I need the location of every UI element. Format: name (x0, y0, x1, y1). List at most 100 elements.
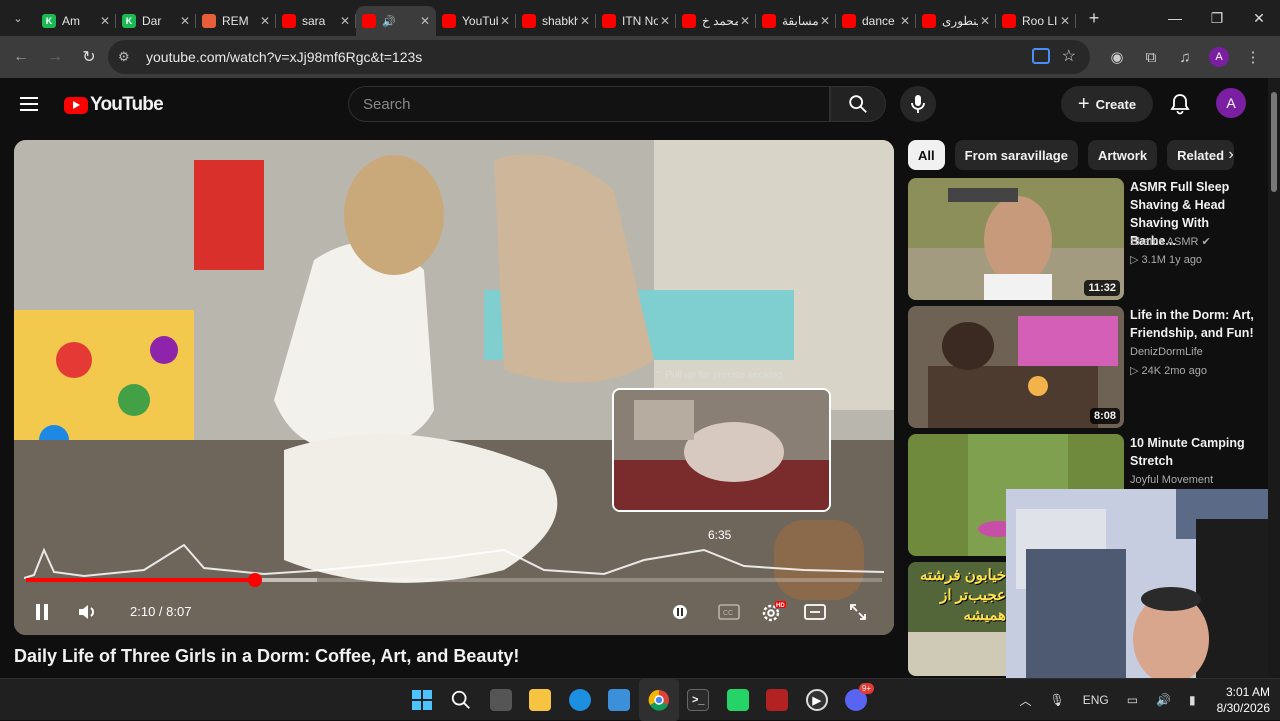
tab-favicon-icon: K (42, 14, 56, 28)
browser-tab[interactable]: محمد خ ✕ (676, 6, 756, 36)
url-bar[interactable]: ⚙ youtube.com/watch?v=xJj98mf6Rgc&t=123s… (108, 40, 1090, 74)
media-control-icon[interactable]: ♫ (1168, 40, 1202, 74)
minimize-icon[interactable]: — (1154, 0, 1196, 36)
notifications-button[interactable] (1162, 86, 1198, 122)
theater-mode-button[interactable] (802, 600, 828, 624)
channel-name[interactable]: Joyful Movement (1130, 474, 1213, 486)
voice-search-button[interactable] (900, 86, 936, 122)
filter-chip[interactable]: All (908, 140, 945, 170)
progress-bar[interactable] (26, 573, 882, 587)
youtube-logo[interactable]: YouTube (64, 94, 164, 116)
edge-browser-icon[interactable] (560, 679, 600, 721)
tab-close-icon[interactable]: ✕ (900, 14, 910, 28)
browser-tab[interactable]: مسابقة ✕ (756, 6, 836, 36)
recommendation-title[interactable]: Life in the Dorm: Art, Friendship, and F… (1130, 306, 1255, 342)
back-icon[interactable]: ← (4, 40, 38, 74)
recommendation-item[interactable]: 8:08 Life in the Dorm: Art, Friendship, … (908, 306, 1263, 428)
pause-button[interactable] (30, 600, 54, 624)
speaker-tray-icon[interactable]: 🔊 (1156, 693, 1171, 707)
browser-tab[interactable]: Roo LIN✕ (996, 6, 1076, 36)
battery-icon[interactable]: ▮ (1189, 693, 1196, 707)
microphone-tray-icon[interactable]: 🎙 (1049, 693, 1064, 707)
search-input[interactable]: Search (348, 86, 830, 122)
browser-tab[interactable]: shabkhi✕ (516, 6, 596, 36)
tab-close-icon[interactable]: ✕ (260, 14, 270, 28)
browser-tab[interactable]: اینطوری✕ (916, 6, 996, 36)
chevron-up-icon[interactable]: ︿ (1019, 692, 1031, 709)
channel-name[interactable]: DenizDormLife (1130, 346, 1203, 358)
tab-search-menu-icon[interactable]: ⌄ (0, 0, 36, 36)
chrome-icon[interactable] (639, 679, 679, 721)
windows-start-icon[interactable] (402, 679, 442, 721)
video-title: Daily Life of Three Girls in a Dorm: Cof… (14, 646, 520, 666)
browser-tab[interactable]: ITN Nov✕ (596, 6, 676, 36)
account-avatar[interactable]: A (1216, 88, 1246, 118)
task-view-icon[interactable] (481, 679, 521, 721)
channel-name[interactable]: Shams ASMR ✔ (1130, 235, 1211, 248)
autoplay-toggle[interactable] (668, 600, 692, 624)
install-app-icon[interactable] (1032, 48, 1050, 64)
captions-button[interactable]: CC (716, 600, 742, 624)
taskbar-search-icon[interactable] (442, 679, 482, 721)
system-tray: ︿ 🎙 ENG ▭ 🔊 ▮ 3:01 AM 8/30/2026 (1010, 679, 1280, 721)
browser-tab[interactable]: REM ✕ (196, 6, 276, 36)
tab-close-icon[interactable]: ✕ (660, 14, 670, 28)
media-player-icon[interactable]: ▶ (797, 679, 837, 721)
volume-button[interactable] (76, 600, 100, 624)
tab-close-icon[interactable]: ✕ (1060, 14, 1070, 28)
tab-close-icon[interactable]: ✕ (740, 14, 750, 28)
site-info-icon[interactable]: ⚙ (118, 49, 138, 65)
recommendation-thumbnail-overlay[interactable]: خیابون فرشته عجیب‌تر از همیشه (908, 562, 1008, 676)
fullscreen-button[interactable] (846, 600, 870, 624)
filter-chip[interactable]: Artwork (1087, 140, 1158, 170)
tab-close-icon[interactable]: ✕ (820, 14, 830, 28)
recommendation-title[interactable]: 10 Minute Camping Stretch (1130, 434, 1255, 470)
tab-close-icon[interactable]: ✕ (420, 14, 430, 28)
whatsapp-icon[interactable] (718, 679, 758, 721)
video-thumbnail[interactable]: 8:08 (908, 306, 1124, 428)
browser-menu-icon[interactable]: ⋮ (1236, 40, 1270, 74)
search-button[interactable] (830, 86, 886, 122)
tab-close-icon[interactable]: ✕ (980, 14, 990, 28)
extension-circle-icon[interactable]: ◉ (1100, 40, 1134, 74)
terminal-icon[interactable]: >_ (679, 679, 719, 721)
close-window-icon[interactable]: ✕ (1238, 0, 1280, 36)
language-indicator[interactable]: ENG (1083, 693, 1109, 707)
new-tab-button[interactable]: + (1080, 4, 1108, 32)
network-icon[interactable]: ▭ (1127, 693, 1138, 707)
tab-close-icon[interactable]: ✕ (340, 14, 350, 28)
browser-tab[interactable]: K Am ✕ (36, 6, 116, 36)
browser-tab[interactable]: YouTube✕ (436, 6, 516, 36)
recommendation-item[interactable]: 11:32 ASMR Full Sleep Shaving & Head Sha… (908, 178, 1263, 300)
page-scrollbar[interactable] (1268, 78, 1280, 683)
hamburger-menu-icon[interactable] (20, 92, 44, 116)
video-player[interactable]: ⌃ Pull up for precise seeking 6:35 2:10 … (14, 140, 894, 635)
restore-icon[interactable]: ❐ (1196, 0, 1238, 36)
reload-icon[interactable]: ↻ (72, 40, 106, 74)
create-button[interactable]: + Create (1061, 86, 1153, 122)
filter-chip[interactable]: From saravillage (954, 140, 1078, 170)
browser-tab[interactable]: sara ✕ (276, 6, 356, 36)
tab-close-icon[interactable]: ✕ (500, 14, 510, 28)
scrubber-handle[interactable] (247, 573, 262, 587)
video-thumbnail[interactable]: 11:32 (908, 178, 1124, 300)
browser-tab[interactable]: 🔊 ✕ (356, 6, 436, 36)
settings-button[interactable]: HD (759, 599, 787, 625)
browser-tab[interactable]: K Dar ✕ (116, 6, 196, 36)
profile-avatar[interactable]: A (1209, 47, 1229, 67)
extensions-puzzle-icon[interactable]: ⧉ (1134, 40, 1168, 74)
system-clock[interactable]: 3:01 AM 8/30/2026 (1217, 684, 1270, 716)
tab-close-icon[interactable]: ✕ (180, 14, 190, 28)
forward-icon[interactable]: → (38, 40, 72, 74)
bookmark-star-icon[interactable]: ☆ (1062, 46, 1076, 66)
discord-icon[interactable]: 9+ (837, 679, 877, 721)
chevron-right-icon[interactable]: › (1220, 140, 1242, 170)
tab-audio-icon[interactable]: 🔊 (382, 15, 396, 28)
tab-close-icon[interactable]: ✕ (100, 14, 110, 28)
store-icon[interactable] (600, 679, 640, 721)
file-explorer-icon[interactable] (521, 679, 561, 721)
tab-close-icon[interactable]: ✕ (580, 14, 590, 28)
scrollbar-thumb[interactable] (1271, 92, 1277, 192)
dota-icon[interactable] (758, 679, 798, 721)
browser-tab[interactable]: dance s✕ (836, 6, 916, 36)
